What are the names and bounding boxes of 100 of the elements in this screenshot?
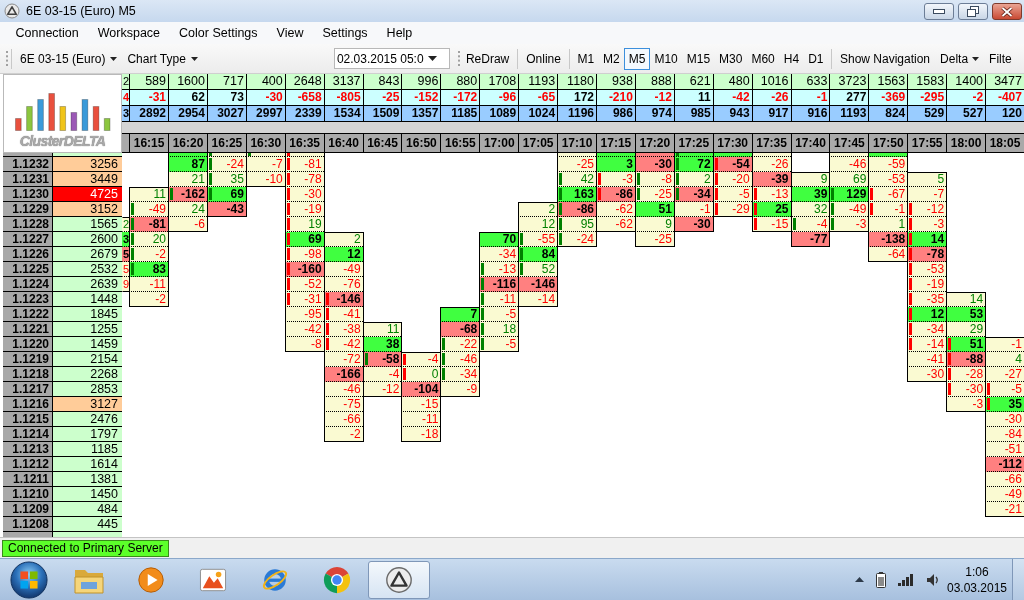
delta-dropdown[interactable]: Delta (935, 47, 985, 70)
total-header-cell: 1185 (440, 106, 480, 122)
timeframe-button[interactable]: H4 (779, 47, 804, 70)
delta-number: 2 (123, 218, 130, 231)
delta-number: 12 (347, 247, 361, 261)
delta-number: -19 (304, 202, 322, 216)
menu-item[interactable]: Workspace (88, 26, 170, 40)
delta-number: -14 (926, 337, 945, 351)
delta-number: -7 (272, 157, 283, 171)
delta-number: -4 (427, 353, 439, 366)
time-header-cell: 16:50 (401, 133, 441, 153)
delta-number: -72 (343, 352, 361, 366)
show-navigation-button[interactable]: Show Navigation (835, 47, 936, 70)
menu-item[interactable]: View (267, 26, 313, 40)
delta-header-cell: 172 (557, 90, 596, 106)
toolbar-button[interactable]: Filte (984, 47, 1013, 70)
delta-number: -51 (1004, 442, 1022, 456)
speaker-icon[interactable] (926, 572, 940, 587)
delta-number: -10 (265, 172, 283, 186)
time-header-cell: 18:05 (985, 133, 1024, 153)
picture-icon (198, 566, 228, 593)
timeframe-button[interactable]: M15 (682, 47, 715, 70)
delta-number: 25 (775, 202, 789, 216)
delta-number: 69 (308, 232, 322, 246)
minimize-button[interactable] (924, 3, 954, 20)
delta-number: -6 (194, 217, 205, 231)
timeframe-button[interactable]: M10 (649, 47, 683, 70)
delta-number: 4 (1015, 352, 1022, 366)
delta-number: -22 (459, 337, 478, 351)
volume-header-cell: 996 (401, 74, 441, 90)
menu-item[interactable]: Settings (312, 26, 378, 40)
total-header-cell: 917 (751, 106, 791, 122)
delta-number: 42 (580, 172, 594, 186)
delta-number: -59 (887, 157, 906, 171)
delta-number: 70 (502, 233, 517, 246)
timeframe-button[interactable]: M1 (572, 47, 599, 70)
redraw-button[interactable]: ReDraw (460, 47, 515, 70)
delta-header-cell: 11 (673, 90, 713, 106)
timeframe-button[interactable]: M30 (714, 47, 747, 70)
delta-number: -9 (466, 382, 478, 396)
delta-number: -30 (926, 367, 945, 381)
restore-button[interactable] (958, 3, 988, 20)
menu-item[interactable]: Color Settings (169, 26, 268, 40)
battery-icon[interactable] (876, 571, 886, 588)
close-button[interactable] (992, 3, 1022, 20)
delta-header-cell: -1 (790, 90, 830, 106)
delta-number: -88 (965, 352, 984, 366)
delta-number: 24 (191, 202, 205, 216)
timeframe-button[interactable]: M2 (598, 47, 625, 70)
online-button[interactable]: Online (521, 47, 566, 70)
taskbar-button[interactable] (368, 560, 430, 599)
signal-icon[interactable] (898, 573, 914, 586)
volume-cell: 3127 (52, 397, 122, 411)
timeframe-button[interactable]: M5 (624, 47, 650, 70)
delta-number: 32 (814, 202, 828, 216)
menu-item[interactable]: Connection (6, 26, 89, 40)
time-header-cell: 17:45 (829, 133, 869, 153)
delta-number: 52 (541, 262, 556, 276)
delta-number: -2 (155, 247, 167, 261)
timeframe-button[interactable]: M60 (746, 47, 780, 70)
time-header-cell: 16:20 (168, 133, 207, 153)
caret-icon (972, 56, 980, 61)
delta-number: -53 (887, 172, 906, 186)
timeframe-button[interactable]: D1 (803, 47, 828, 70)
chart-type-dropdown[interactable]: Chart Type (122, 47, 203, 70)
grip-icon (457, 51, 460, 66)
delta-number: 83 (152, 262, 167, 276)
delta-number: -24 (576, 232, 594, 246)
clock-time[interactable]: 1:06 (965, 563, 989, 580)
delta-number: -12 (382, 382, 400, 396)
delta-number: 84 (541, 247, 556, 261)
delta-header-cell: 277 (829, 90, 869, 106)
delta-number: 3 (123, 232, 130, 246)
delta-number: 12 (541, 217, 556, 231)
delta-number: -1 (700, 202, 711, 216)
delta-number: -42 (304, 322, 322, 336)
delta-header-cell: -369 (868, 90, 908, 106)
date-field[interactable]: 02.03.2015 05:0 (333, 48, 450, 69)
delta-number: 20 (152, 232, 167, 246)
bar-logo-icon (14, 92, 111, 131)
time-header-cell: 17:25 (673, 133, 713, 153)
instrument-dropdown[interactable]: 6E 03-15 (Euro) (15, 47, 123, 70)
delta-number: -42 (343, 337, 361, 351)
delta-number: -46 (459, 352, 478, 366)
delta-number: -5 (505, 307, 517, 321)
volume-header-cell: 1563 (868, 74, 908, 90)
delta-number: 51 (969, 337, 984, 351)
play-icon (136, 564, 166, 595)
up-caret-icon[interactable] (855, 577, 864, 582)
delta-number: -76 (343, 277, 361, 291)
menu-item[interactable]: Help (377, 26, 422, 40)
total-header-cell: 2954 (168, 106, 207, 122)
volume-header-cell: 480 (712, 74, 752, 90)
volume-header-cell: 888 (634, 74, 674, 90)
clock-date[interactable]: 03.03.2015 (946, 579, 1008, 596)
delta-header-cell: -25 (362, 90, 402, 106)
start-orb-icon (10, 560, 48, 599)
delta-number: -81 (148, 217, 167, 231)
delta-number: -11 (499, 292, 517, 306)
header-gap (985, 122, 1024, 133)
